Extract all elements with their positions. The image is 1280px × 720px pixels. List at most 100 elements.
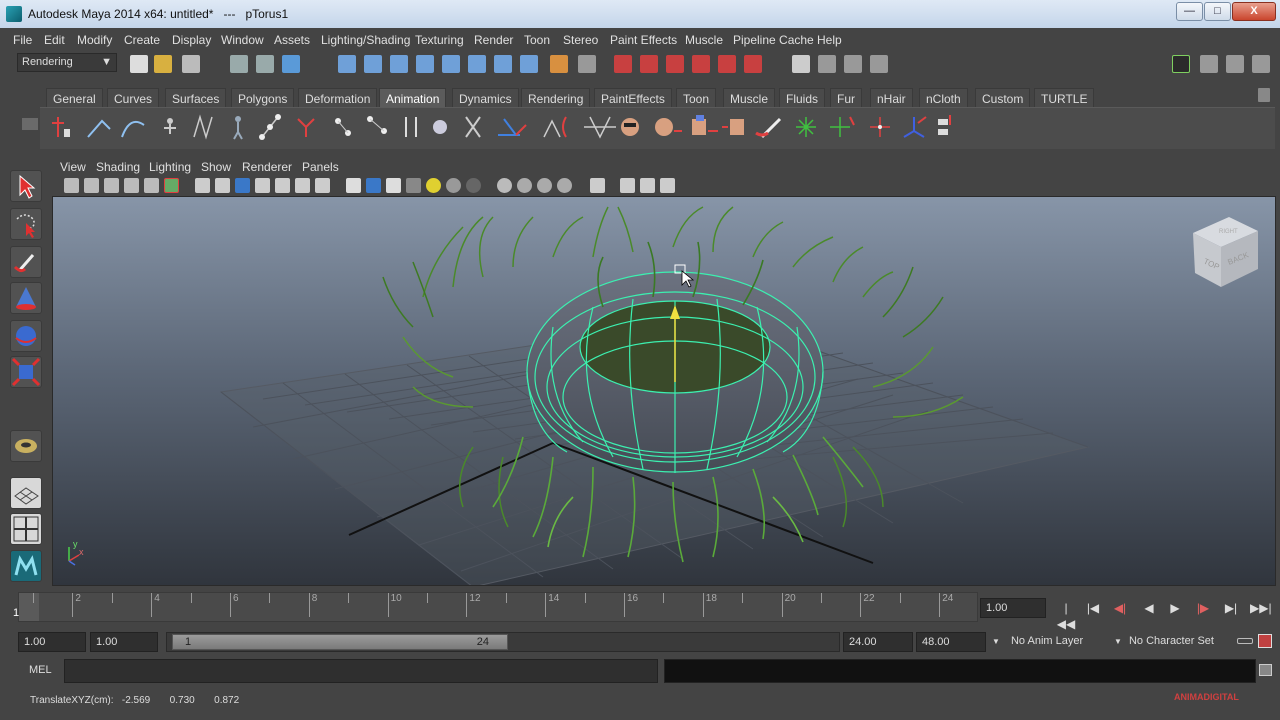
- wire-cube-icon[interactable]: [346, 178, 361, 193]
- construction-history-icon[interactable]: [494, 55, 512, 73]
- anim-layer-select[interactable]: ▼ No Anim Layer: [988, 632, 1106, 652]
- default-light-icon[interactable]: [446, 178, 461, 193]
- panel-menu-renderer[interactable]: Renderer: [242, 160, 292, 174]
- depth-of-field-icon[interactable]: [557, 178, 572, 193]
- channel-control-icon[interactable]: [938, 115, 951, 135]
- paint-weights-icon[interactable]: [755, 117, 782, 139]
- snap-point-icon[interactable]: [390, 55, 408, 73]
- render-current-icon[interactable]: [614, 55, 632, 73]
- render-view-icon[interactable]: [744, 55, 762, 73]
- panel-menu-view[interactable]: View: [60, 160, 86, 174]
- all-lights-icon[interactable]: [466, 178, 481, 193]
- shelf-tab-curves[interactable]: Curves: [107, 88, 160, 107]
- channel-box-icon[interactable]: [870, 55, 888, 73]
- shelf-tab-dynamics[interactable]: Dynamics: [452, 88, 519, 107]
- shelf-tab-surfaces[interactable]: Surfaces: [165, 88, 227, 107]
- skeleton-lasso-icon[interactable]: [193, 114, 213, 140]
- joint-chain-icon[interactable]: [259, 114, 281, 140]
- motion-blur-icon[interactable]: [517, 178, 532, 193]
- menu-help[interactable]: Help: [817, 33, 842, 47]
- shelf-tab-turtle[interactable]: TURTLE: [1034, 88, 1095, 107]
- step-forward-key-button[interactable]: |▶: [1193, 600, 1213, 616]
- select-camera-icon[interactable]: [64, 178, 79, 193]
- smooth-shade-icon[interactable]: [215, 178, 230, 193]
- grid-toggle-icon[interactable]: [144, 178, 159, 193]
- ik-spline-icon[interactable]: [121, 121, 145, 138]
- select-hierarchy-icon[interactable]: [230, 55, 248, 73]
- face-blend-icon[interactable]: [655, 118, 682, 136]
- use-lights-icon[interactable]: [275, 178, 290, 193]
- checker-icon[interactable]: [406, 178, 421, 193]
- wire-deformer-icon[interactable]: [830, 116, 855, 137]
- menu-edit[interactable]: Edit: [44, 33, 65, 47]
- menu-assets[interactable]: Assets: [274, 33, 310, 47]
- shelf-tab-general[interactable]: General: [46, 88, 103, 107]
- shelf-tab-deformation[interactable]: Deformation: [298, 88, 378, 107]
- menu-muscle[interactable]: Muscle: [685, 33, 723, 47]
- shelf-tab-ncloth[interactable]: nCloth: [919, 88, 968, 107]
- film-gate-icon[interactable]: [164, 178, 179, 193]
- close-button[interactable]: X: [1232, 2, 1276, 21]
- select-tool[interactable]: [10, 170, 42, 202]
- select-component-icon[interactable]: [282, 55, 300, 73]
- animation-start-field[interactable]: 1.00: [18, 632, 86, 652]
- input-lock-icon[interactable]: [550, 55, 568, 73]
- current-time-field[interactable]: 1.00: [980, 598, 1046, 618]
- camera-attributes-icon[interactable]: [84, 178, 99, 193]
- shelf-tab-polygons[interactable]: Polygons: [231, 88, 295, 107]
- cluster-icon[interactable]: [796, 117, 816, 137]
- face-icon[interactable]: [621, 118, 639, 136]
- scale-tool[interactable]: [10, 356, 42, 388]
- shelf-tab-fluids[interactable]: Fluids: [779, 88, 826, 107]
- joint-insert-icon[interactable]: [335, 118, 351, 136]
- time-slider[interactable]: 2 4 6 8 10 12 14 16 18 20 22 24: [18, 592, 978, 622]
- xray-icon[interactable]: [620, 178, 635, 193]
- ik-handle-icon[interactable]: [87, 119, 111, 138]
- skeleton-icon[interactable]: [164, 118, 176, 134]
- play-forward-button[interactable]: ▶: [1165, 600, 1185, 616]
- shadows-icon[interactable]: [295, 178, 310, 193]
- menu-toon[interactable]: Toon: [524, 33, 550, 47]
- shelf-tab-painteffects[interactable]: PaintEffects: [594, 88, 672, 107]
- menu-create[interactable]: Create: [124, 33, 160, 47]
- sculpt-icon[interactable]: [870, 117, 890, 137]
- go-to-end-button[interactable]: ▶▶|: [1250, 600, 1272, 616]
- textured-icon[interactable]: [255, 178, 270, 193]
- ipr-render-icon[interactable]: [640, 55, 658, 73]
- anti-alias-icon[interactable]: [537, 178, 552, 193]
- bookmarks-icon[interactable]: [104, 178, 119, 193]
- maximize-button[interactable]: □: [1204, 2, 1231, 21]
- snap-grid-icon[interactable]: [338, 55, 356, 73]
- go-to-start-button[interactable]: |◀◀: [1056, 600, 1076, 631]
- panel-menu-lighting[interactable]: Lighting: [149, 160, 191, 174]
- trash-icon[interactable]: [1258, 88, 1270, 102]
- attribute-panel-icon[interactable]: [1252, 55, 1270, 73]
- last-tool-used[interactable]: [10, 430, 42, 462]
- selected-torus[interactable]: [526, 271, 824, 473]
- set-key-icon[interactable]: [52, 117, 70, 137]
- rotate-tool[interactable]: [10, 320, 42, 352]
- light-icon[interactable]: [426, 178, 441, 193]
- animation-end-field[interactable]: 48.00: [916, 632, 986, 652]
- panel-menu-panels[interactable]: Panels: [302, 160, 339, 174]
- sidebar-toggle-icon[interactable]: [792, 55, 810, 73]
- menu-modify[interactable]: Modify: [77, 33, 112, 47]
- character-set-select[interactable]: ▼ No Character Set: [1110, 632, 1232, 652]
- menu-lighting-shading[interactable]: Lighting/Shading: [321, 33, 410, 47]
- step-back-key-button[interactable]: ◀|: [1110, 600, 1130, 616]
- joint-disconnect-icon[interactable]: [465, 116, 481, 138]
- render-sequence-icon[interactable]: [718, 55, 736, 73]
- menu-display[interactable]: Display: [172, 33, 211, 47]
- hypershade-icon[interactable]: [692, 55, 710, 73]
- paint-select-tool[interactable]: [10, 246, 42, 278]
- joint-connect-icon[interactable]: [433, 120, 447, 134]
- step-back-frame-button[interactable]: |◀: [1083, 600, 1103, 616]
- shelf-tab-animation[interactable]: Animation: [379, 88, 447, 107]
- perspective-viewport[interactable]: TOP BACK RIGHT y x: [52, 196, 1276, 586]
- ambient-occlusion-icon[interactable]: [497, 178, 512, 193]
- image-plane-icon[interactable]: [124, 178, 139, 193]
- shaded-cube-icon[interactable]: [366, 178, 381, 193]
- layout-four-pane[interactable]: [10, 513, 42, 545]
- wireframe-icon[interactable]: [195, 178, 210, 193]
- play-backward-button[interactable]: ◀: [1139, 600, 1159, 616]
